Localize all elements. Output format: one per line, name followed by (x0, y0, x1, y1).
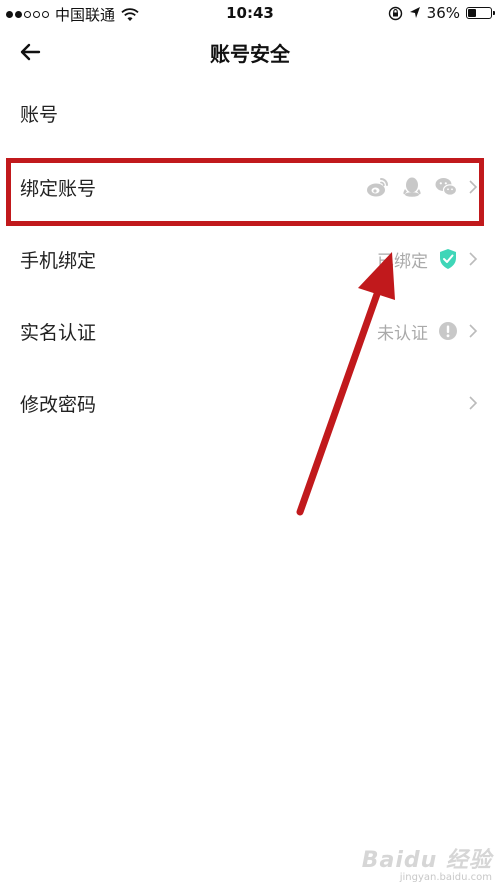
battery-fill (468, 9, 476, 17)
phone-bind-status: 已绑定 (377, 251, 428, 272)
row-change-password-label: 修改密码 (20, 393, 97, 416)
real-name-status: 未认证 (377, 323, 428, 344)
location-arrow-icon (409, 7, 420, 18)
row-phone-bind-right: 已绑定 (377, 247, 478, 272)
nav-bar: 账号安全 (0, 28, 500, 76)
row-change-password[interactable]: 修改密码 (0, 367, 500, 439)
chevron-right-icon (469, 252, 478, 266)
chevron-right-icon (469, 324, 478, 338)
exclamation-circle-icon (439, 322, 457, 340)
verified-shield-icon (440, 249, 456, 269)
row-account-label: 账号 (20, 103, 59, 126)
chevron-right-icon (469, 396, 478, 410)
row-real-name-right: 未认证 (377, 319, 478, 344)
row-account[interactable]: 账号 (0, 77, 500, 149)
row-real-name[interactable]: 实名认证 未认证 (0, 295, 500, 367)
annotation-highlight-box (6, 158, 484, 226)
page-title: 账号安全 (210, 42, 290, 66)
status-bar: 中国联通 10:43 36% (0, 0, 500, 28)
row-change-password-right (468, 395, 478, 411)
battery-percent: 36% (426, 4, 460, 22)
row-phone-bind[interactable]: 手机绑定 已绑定 (0, 223, 500, 295)
orientation-lock-icon (388, 6, 402, 20)
row-real-name-label: 实名认证 (20, 321, 97, 344)
row-phone-bind-label: 手机绑定 (20, 249, 97, 272)
watermark: Baidu 经验 jingyan.baidu.com (362, 842, 492, 883)
watermark-logo: Baidu 经验 (361, 848, 492, 873)
status-right: 36% (388, 4, 495, 22)
battery-icon (466, 7, 495, 19)
